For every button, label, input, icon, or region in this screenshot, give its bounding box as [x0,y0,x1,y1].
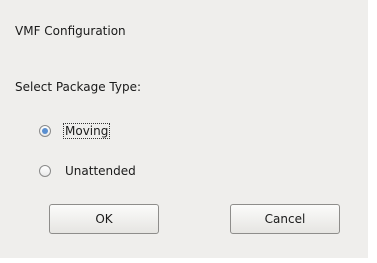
cancel-button[interactable]: Cancel [230,204,340,234]
radio-label-unattended: Unattended [65,164,136,178]
radio-button-unselected-icon[interactable] [39,165,51,177]
radio-label-moving: Moving [63,123,111,139]
package-type-prompt: Select Package Type: [15,80,141,94]
radio-option-unattended[interactable]: Unattended [39,161,138,181]
dialog-title: VMF Configuration [15,24,126,38]
vmf-configuration-dialog: VMF Configuration Select Package Type: M… [0,0,368,258]
ok-button[interactable]: OK [49,204,159,234]
radio-button-selected-icon[interactable] [39,125,51,137]
radio-option-moving[interactable]: Moving [39,121,111,141]
